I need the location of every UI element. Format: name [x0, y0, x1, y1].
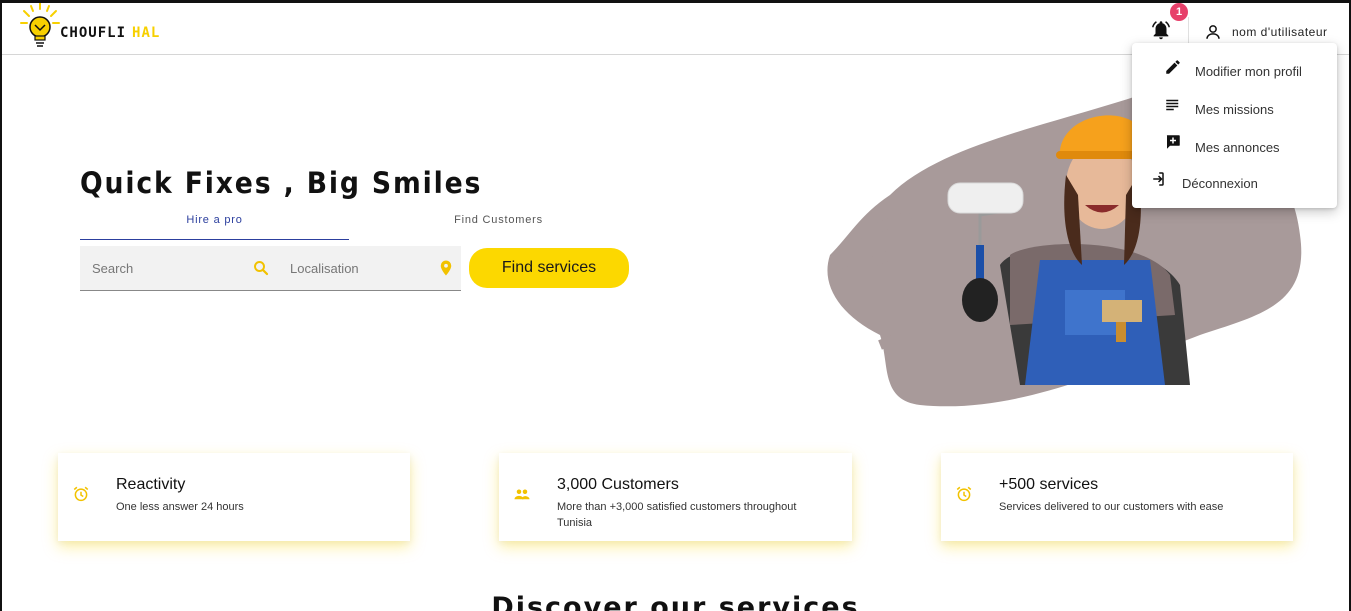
- location-placeholder: Localisation: [290, 261, 359, 276]
- menu-item-edit-profile[interactable]: Modifier mon profil: [1132, 53, 1337, 89]
- tab-find-customers[interactable]: Find Customers: [364, 208, 633, 240]
- stat-description: One less answer 24 hours: [116, 501, 244, 513]
- tab-hire-a-pro[interactable]: Hire a pro: [80, 208, 349, 240]
- find-services-button[interactable]: Find services: [469, 248, 629, 288]
- menu-item-label: Mes missions: [1195, 101, 1274, 117]
- logo[interactable]: CHOUFLI HAL: [20, 3, 190, 53]
- search-icon[interactable]: [252, 259, 270, 277]
- menu-item-missions[interactable]: Mes missions: [1132, 91, 1337, 127]
- menu-item-label: Modifier mon profil: [1195, 63, 1302, 79]
- pencil-icon: [1166, 60, 1180, 74]
- logout-icon: [1153, 172, 1164, 186]
- search-bar: Search Localisation: [80, 246, 461, 291]
- logo-text-part1: CHOUFLI: [60, 25, 127, 41]
- discover-services-heading: Discover our services: [491, 592, 860, 611]
- location-pin-icon[interactable]: [437, 259, 455, 277]
- stat-title: 3,000 Customers: [557, 476, 679, 493]
- search-mode-tabs: Hire a pro Find Customers: [80, 208, 620, 240]
- lightbulb-logo-icon: [20, 3, 60, 47]
- user-icon: [1206, 25, 1220, 39]
- location-input[interactable]: Localisation: [290, 246, 455, 291]
- hero-title: Quick Fixes , Big Smiles: [80, 166, 483, 200]
- menu-item-label: Déconnexion: [1182, 175, 1258, 191]
- people-icon: [514, 489, 530, 500]
- stat-description: Services delivered to our customers with…: [999, 501, 1224, 513]
- logo-text-part2: HAL: [132, 25, 161, 41]
- search-input[interactable]: Search: [92, 246, 270, 291]
- search-placeholder: Search: [92, 261, 134, 276]
- menu-item-annonces[interactable]: Mes annonces: [1132, 129, 1337, 165]
- alarm-icon: [956, 486, 972, 502]
- user-menu-button[interactable]: nom d'utilisateur: [1204, 21, 1328, 43]
- notification-count-badge: 1: [1170, 3, 1188, 21]
- logo-text: CHOUFLI HAL: [60, 25, 160, 41]
- menu-item-logout[interactable]: Déconnexion: [1132, 165, 1337, 201]
- bell-icon: [1152, 21, 1170, 40]
- username-label: nom d'utilisateur: [1232, 25, 1328, 39]
- stat-title: Reactivity: [116, 476, 186, 493]
- stat-title: +500 services: [999, 476, 1099, 493]
- add-box-icon: [1166, 135, 1180, 149]
- stat-card-customers: 3,000 Customers More than +3,000 satisfi…: [499, 453, 852, 541]
- stat-card-reactivity: Reactivity One less answer 24 hours: [58, 453, 410, 541]
- stat-description: More than +3,000 satisfied customers thr…: [557, 501, 797, 529]
- alarm-icon: [73, 486, 89, 502]
- list-icon: [1166, 99, 1179, 111]
- stat-card-services: +500 services Services delivered to our …: [941, 453, 1293, 541]
- user-dropdown-menu: Modifier mon profil Mes missions Mes ann…: [1132, 43, 1337, 208]
- menu-item-label: Mes annonces: [1195, 139, 1280, 155]
- notifications-button[interactable]: [1150, 19, 1172, 41]
